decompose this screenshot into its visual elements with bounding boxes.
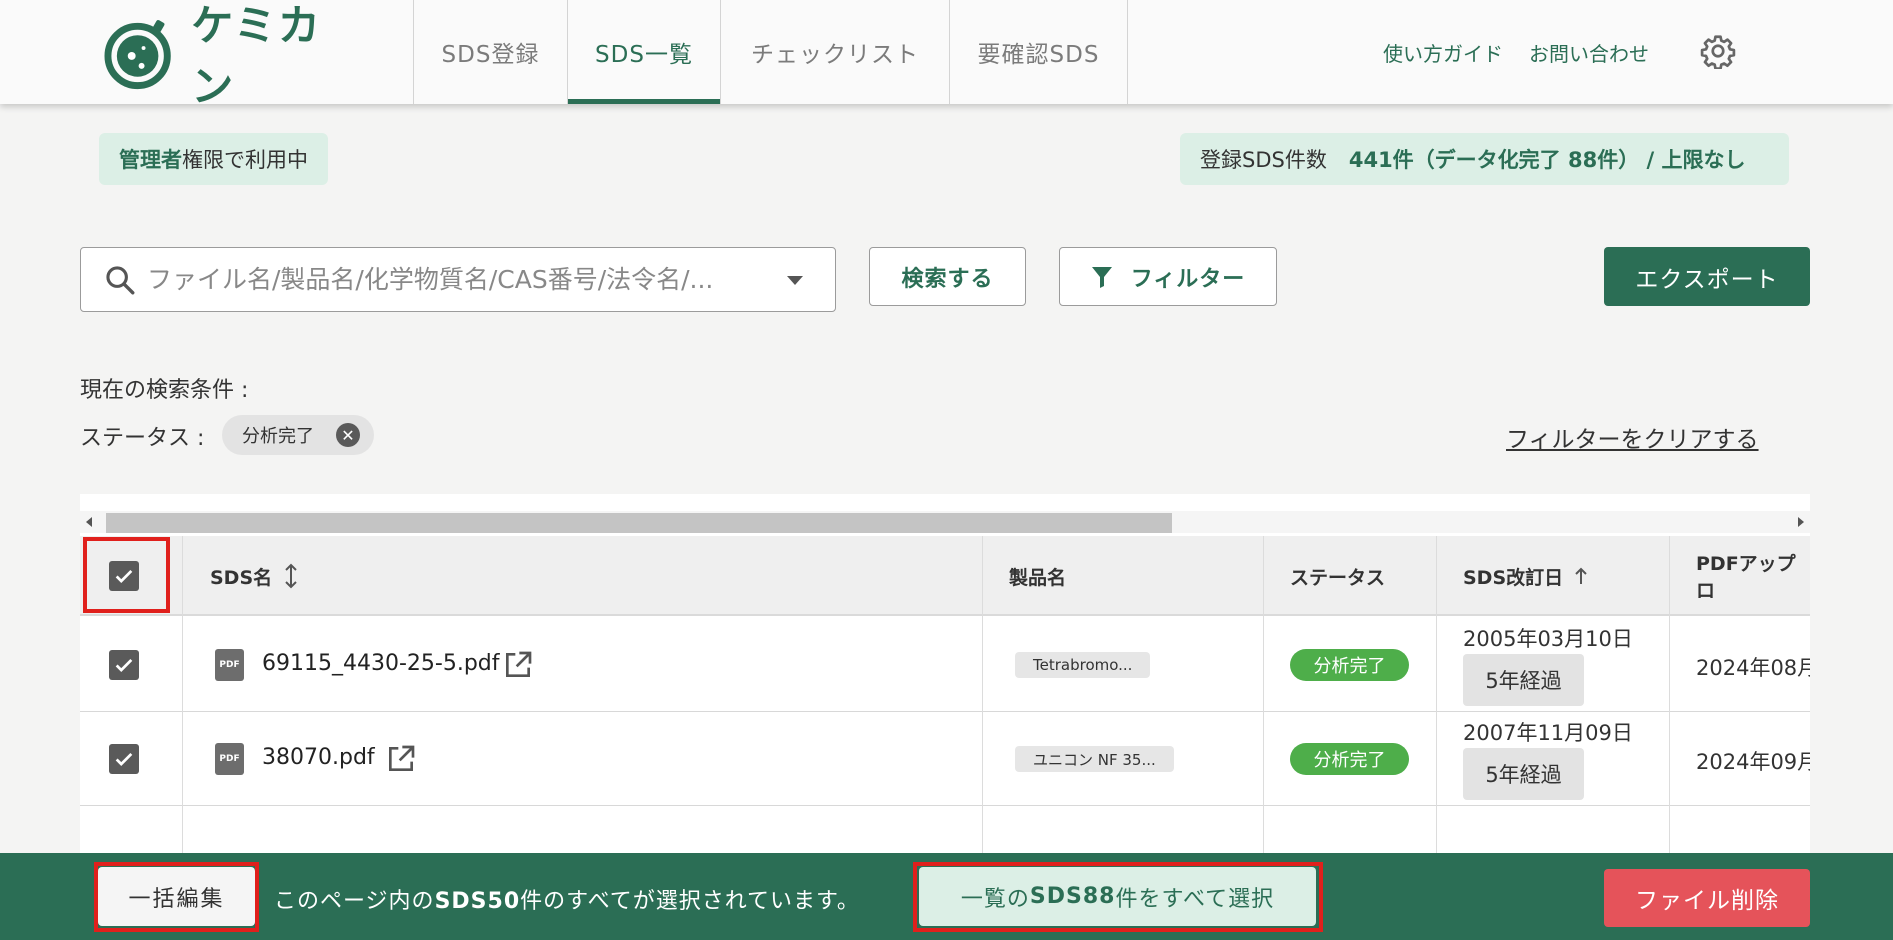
column-revision-date-label: SDS改訂日 [1463,566,1564,589]
column-sds-name[interactable]: SDS名 [210,536,300,616]
selection-message-prefix: このページ内の [274,889,435,914]
table-row[interactable]: PDF 69115_4430-25-5.pdf Tetrabromo... 分析… [80,618,1810,712]
scroll-left-icon[interactable] [86,517,92,527]
upload-date: 2024年09月 [1696,750,1810,774]
logo-text: ケミカン [191,1,322,111]
scroll-right-icon[interactable] [1798,517,1804,527]
contact-link[interactable]: お問い合わせ [1529,38,1649,67]
filter-button[interactable]: フィルター [1059,247,1277,306]
sort-both-icon [285,563,297,589]
app-logo[interactable]: ケミカン [104,1,364,111]
role-badge: 管理者 権限で利用中 [99,133,328,185]
select-all-prefix: 一覧の [960,886,1030,912]
select-all-count: SDS88 [1029,884,1116,909]
status-condition-label: ステータス : [80,426,205,451]
column-divider [1669,536,1670,854]
table-row[interactable]: PDF 38070.pdf ユニコン NF 35... 分析完了 2007年11… [80,712,1810,806]
column-divider [182,536,183,854]
export-button[interactable]: エクスポート [1604,247,1810,306]
sds-file-name[interactable]: 38070.pdf [262,745,375,770]
external-link-icon[interactable] [502,649,534,681]
logo-flask-icon [104,20,171,90]
search-icon [106,265,135,294]
selection-message: このページ内のSDS50件のすべてが選択されています。 [274,883,860,915]
search-button[interactable]: 検索する [869,247,1026,306]
settings-gear-icon[interactable] [1700,33,1736,69]
selection-action-bar: 一括編集 このページ内のSDS50件のすべてが選択されています。 一覧の SDS8… [0,853,1893,940]
search-input[interactable] [147,265,757,294]
tab-checklist[interactable]: チェックリスト [720,0,949,104]
column-pdf-upload[interactable]: PDFアップロ [1696,536,1810,616]
selection-message-count: SDS50 [434,889,521,914]
funnel-icon [1091,266,1112,288]
product-name-chip: ユニコン NF 35... [1015,746,1174,772]
select-all-checkbox[interactable] [109,561,139,591]
table-header: SDS名 製品名 ステータス SDS改訂日 PDFアップロ [80,536,1810,616]
column-sds-name-label: SDS名 [210,566,273,589]
revision-date: 2005年03月10日 [1463,627,1633,651]
column-divider [1263,536,1264,854]
column-product-name[interactable]: 製品名 [1009,536,1066,616]
role-name: 管理者 [119,148,182,172]
pdf-file-icon: PDF [215,649,244,681]
row-checkbox[interactable] [109,744,139,774]
select-all-list-button[interactable]: 一覧の SDS88 件をすべて選択 [919,867,1316,926]
main-nav: SDS登録 SDS一覧 チェックリスト 要確認SDS [413,0,1128,104]
elapsed-badge: 5年経過 [1463,748,1584,800]
status-filter-chip: 分析完了 ✕ [222,415,374,455]
external-link-icon[interactable] [385,743,417,775]
close-icon[interactable]: ✕ [336,423,360,447]
top-header: ケミカン SDS登録 SDS一覧 チェックリスト 要確認SDS 使い方ガイド お… [0,0,1893,111]
status-badge: 分析完了 [1290,743,1409,775]
sds-table: SDS名 製品名 ステータス SDS改訂日 PDFアップロ PDF 69115_… [80,494,1810,854]
tab-sds-list[interactable]: SDS一覧 [567,0,720,104]
select-all-suffix: 件をすべて選択 [1115,886,1275,912]
sort-ascending-icon [1575,567,1587,584]
sds-count-badge: 登録SDS件数 441件（データ化完了 88件） / 上限なし [1180,133,1789,185]
count-label: 登録SDS件数 [1200,148,1327,172]
chevron-down-icon[interactable] [787,276,803,285]
search-box[interactable] [80,247,836,312]
clear-filter-link[interactable]: フィルターをクリアする [1506,420,1759,454]
tab-review-sds[interactable]: 要確認SDS [949,0,1128,104]
upload-date: 2024年08月 [1696,656,1810,680]
elapsed-badge: 5年経過 [1463,654,1584,706]
status-badge: 分析完了 [1290,649,1409,681]
guide-link[interactable]: 使い方ガイド [1383,38,1503,67]
revision-date: 2007年11月09日 [1463,721,1633,745]
bulk-edit-button[interactable]: 一括編集 [98,867,255,926]
sds-file-name[interactable]: 69115_4430-25-5.pdf [262,651,500,676]
filter-button-label: フィルター [1130,266,1246,292]
header-links: 使い方ガイド お問い合わせ [1383,38,1649,67]
selection-message-suffix: 件のすべてが選択されています。 [520,889,860,914]
column-divider [982,536,983,854]
status-filter-chip-label: 分析完了 [242,426,314,447]
product-name-chip: Tetrabromo... [1015,652,1151,678]
search-conditions-title: 現在の検索条件 : [80,378,249,403]
tab-sds-register[interactable]: SDS登録 [413,0,567,104]
check-icon [115,569,133,583]
scrollbar-thumb[interactable] [106,513,1172,533]
check-icon [115,658,133,672]
column-divider [1436,536,1437,854]
count-value: 441件（データ化完了 88件） / 上限なし [1348,148,1746,172]
column-status[interactable]: ステータス [1290,536,1385,616]
column-revision-date[interactable]: SDS改訂日 [1463,536,1589,616]
row-checkbox[interactable] [109,650,139,680]
role-suffix: 権限で利用中 [182,148,308,172]
pdf-file-icon: PDF [215,743,244,775]
delete-file-button[interactable]: ファイル削除 [1604,869,1810,927]
check-icon [115,752,133,766]
horizontal-scrollbar[interactable] [80,511,1810,533]
